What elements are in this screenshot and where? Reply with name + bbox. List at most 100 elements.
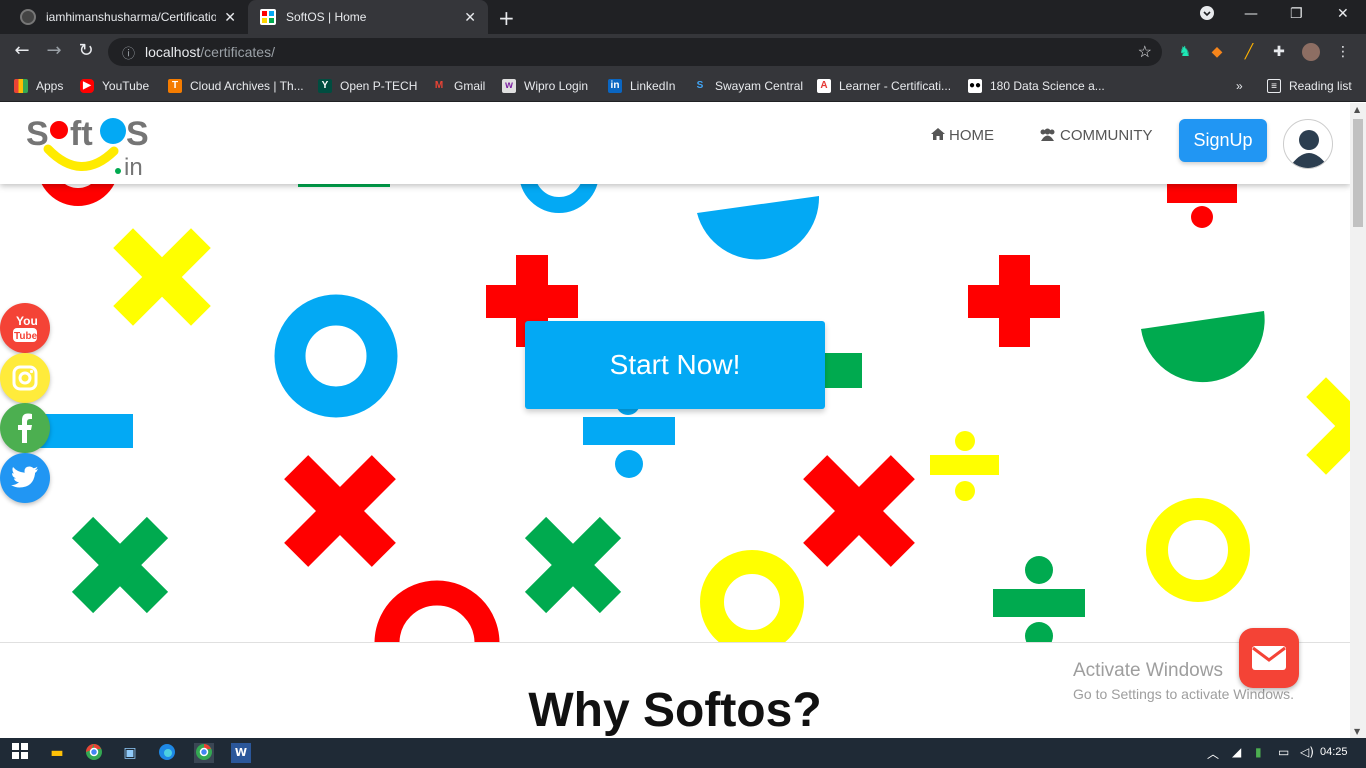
divide-bar-shape <box>993 589 1085 617</box>
control-panel-icon[interactable]: ▣ <box>120 743 140 763</box>
signup-button[interactable]: SignUp <box>1179 119 1267 162</box>
more-bookmarks-icon[interactable]: » <box>1236 77 1243 95</box>
close-tab-icon[interactable]: ✕ <box>464 9 476 26</box>
site-info-icon[interactable]: ⓘ <box>122 43 135 62</box>
svg-text:Tube: Tube <box>14 331 38 342</box>
bookmark-label: YouTube <box>102 79 150 93</box>
mail-contact-button[interactable] <box>1239 628 1299 688</box>
forward-icon[interactable]: → <box>42 40 66 61</box>
tab-search-icon[interactable] <box>1200 6 1214 24</box>
youtube-icon: You Tube <box>13 314 38 342</box>
taskbar-clock[interactable]: 04:25 <box>1320 746 1348 758</box>
x-shape <box>524 516 622 614</box>
bookmark-data-science[interactable]: ●● 180 Data Science a... <box>968 77 1105 95</box>
url-host: localhost <box>145 44 201 60</box>
instagram-icon <box>12 365 38 391</box>
bookmark-label: 180 Data Science a... <box>990 79 1105 93</box>
swayam-icon: S <box>696 80 704 91</box>
bookmark-wipro[interactable]: w Wipro Login <box>502 77 588 95</box>
facebook-icon <box>18 413 32 443</box>
extension-icon[interactable]: ♞ <box>1176 43 1194 61</box>
word-icon[interactable]: W <box>231 743 251 763</box>
plus-shape <box>999 255 1030 347</box>
apps-icon <box>14 79 28 93</box>
divide-dot-shape <box>615 450 643 478</box>
users-icon <box>1039 128 1056 144</box>
bookmark-star-icon[interactable]: ☆ <box>1138 42 1152 62</box>
scrollbar-thumb[interactable] <box>1353 119 1363 227</box>
back-icon[interactable]: ← <box>10 40 34 61</box>
divide-bar-shape <box>583 417 675 445</box>
user-avatar-icon <box>1289 130 1329 168</box>
nav-community-link[interactable]: COMMUNITY <box>1039 127 1153 144</box>
cloud-archives-icon: T <box>168 79 182 93</box>
x-shape <box>71 516 169 614</box>
page-scrollbar[interactable]: ▲ ▼ <box>1350 103 1366 738</box>
user-avatar[interactable] <box>1283 119 1333 169</box>
svg-text:in: in <box>124 154 143 179</box>
adobe-icon: A <box>817 79 831 93</box>
twitter-icon <box>11 466 38 488</box>
minimize-icon[interactable]: — <box>1244 6 1258 22</box>
address-bar[interactable]: ⓘ localhost/certificates/ ☆ <box>108 38 1162 66</box>
x-shape <box>1306 377 1350 475</box>
github-icon <box>20 9 36 25</box>
reading-list-button[interactable]: ≡ Reading list <box>1267 77 1352 95</box>
bookmark-cloud-archives[interactable]: T Cloud Archives | Th... <box>168 77 304 95</box>
page-viewport: Start Now! S ft S in HOME COMMUNITY Sign… <box>0 103 1350 738</box>
scroll-up-arrow-icon[interactable]: ▲ <box>1354 105 1360 114</box>
tab-github[interactable]: iamhimanshusharma/Certification ✕ <box>8 0 248 34</box>
scroll-down-arrow-icon[interactable]: ▼ <box>1354 727 1360 736</box>
tab-softos[interactable]: SoftOS | Home ✕ <box>248 0 488 34</box>
divide-dot-shape <box>1191 206 1213 228</box>
softos-favicon-icon <box>260 9 276 25</box>
volume-icon[interactable]: ◁) <box>1300 745 1314 759</box>
ring-shape <box>374 580 500 642</box>
softos-logo[interactable]: S ft S in <box>26 113 156 181</box>
battery-icon[interactable]: ▭ <box>1278 745 1289 759</box>
close-window-icon[interactable]: ✕ <box>1337 6 1349 22</box>
bookmark-learner-certification[interactable]: A Learner - Certificati... <box>817 77 951 95</box>
twitter-social-button[interactable] <box>0 453 50 503</box>
bookmark-open-ptech[interactable]: Y Open P-TECH <box>318 77 417 95</box>
new-tab-button[interactable]: + <box>498 6 515 30</box>
edge-icon[interactable] <box>157 743 177 763</box>
bookmark-gmail[interactable]: M Gmail <box>432 77 486 95</box>
tray-chevron-icon[interactable]: ︿ <box>1207 745 1219 762</box>
bookmark-youtube[interactable]: ▶ YouTube <box>80 77 149 95</box>
url-path: /certificates/ <box>200 44 275 60</box>
start-now-button[interactable]: Start Now! <box>525 321 825 409</box>
x-shape <box>284 455 396 567</box>
close-tab-icon[interactable]: ✕ <box>224 9 236 26</box>
bookmark-apps[interactable]: Apps <box>14 77 63 95</box>
softos-logo-graphic: S ft S in <box>26 115 149 181</box>
windows-start-icon[interactable] <box>10 743 30 763</box>
nav-home-link[interactable]: HOME <box>931 127 994 144</box>
mail-icon <box>1252 646 1286 670</box>
metamask-icon[interactable]: ◆ <box>1208 43 1226 61</box>
reload-icon[interactable]: ↻ <box>74 40 98 61</box>
battery-app-icon[interactable]: ▮ <box>1255 745 1262 759</box>
bookmark-swayam[interactable]: S Swayam Central <box>693 77 803 95</box>
profile-avatar-icon[interactable] <box>1302 43 1320 61</box>
x-shape <box>113 228 211 326</box>
chrome-icon[interactable] <box>84 743 104 763</box>
menu-kebab-icon[interactable]: ⋮ <box>1334 43 1352 61</box>
divide-dot-shape <box>1025 556 1053 584</box>
facebook-social-button[interactable] <box>0 403 50 453</box>
bookmark-linkedin[interactable]: in LinkedIn <box>608 77 675 95</box>
file-explorer-icon[interactable]: ▬ <box>47 743 67 763</box>
browser-toolbar: ← → ↻ ⓘ localhost/certificates/ ☆ ♞ ◆ ╱ … <box>0 34 1366 70</box>
bookmark-label: Gmail <box>454 79 486 93</box>
bookmark-label: Swayam Central <box>715 79 804 93</box>
home-icon <box>931 128 945 143</box>
wifi-icon[interactable]: ◢ <box>1232 745 1241 759</box>
pen-extension-icon[interactable]: ╱ <box>1240 43 1258 61</box>
extensions-puzzle-icon[interactable]: ✚ <box>1270 43 1288 61</box>
half-circle-shape <box>697 196 820 260</box>
chrome-active-icon[interactable] <box>194 743 214 763</box>
restore-icon[interactable]: ❐ <box>1290 6 1303 22</box>
instagram-social-button[interactable] <box>0 353 50 403</box>
youtube-social-button[interactable]: You Tube <box>0 303 50 353</box>
bookmark-label: Apps <box>36 79 64 93</box>
